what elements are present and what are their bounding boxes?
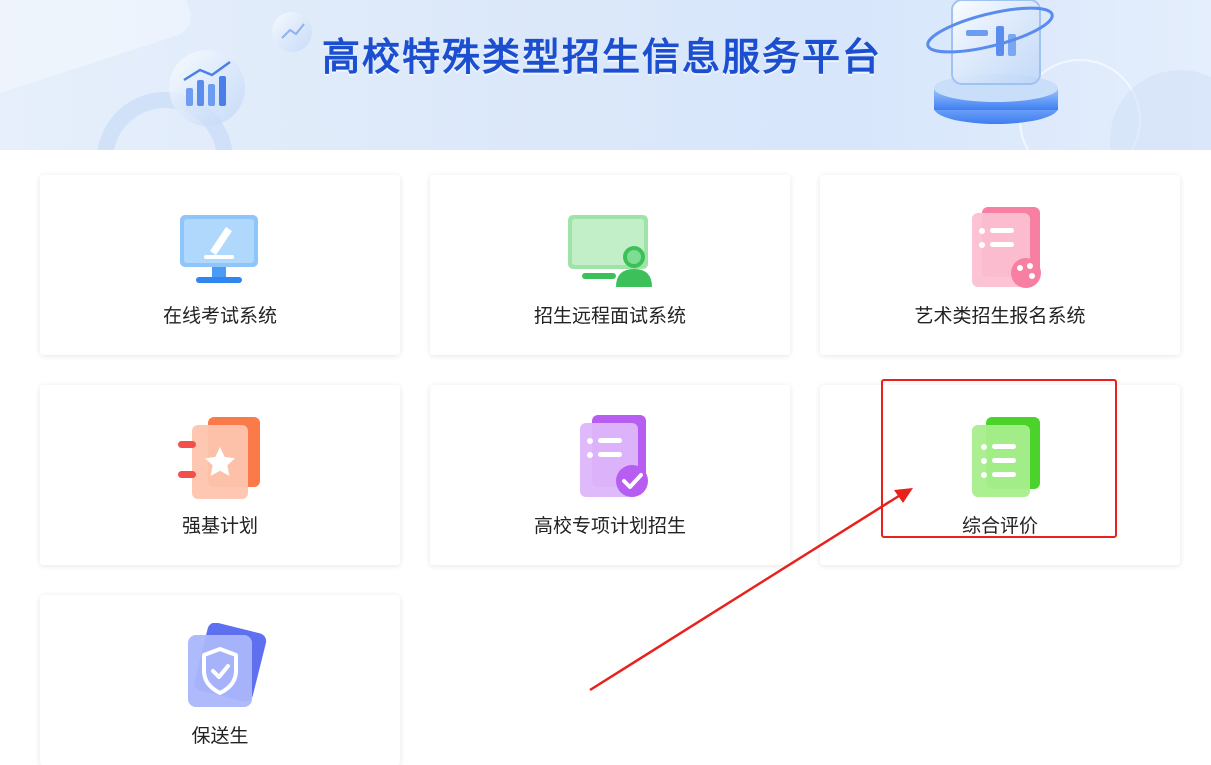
card-online-exam[interactable]: 在线考试系统 xyxy=(40,175,400,355)
card-label: 在线考试系统 xyxy=(162,305,277,327)
card-remote-interview[interactable]: 招生远程面试系统 xyxy=(430,175,790,355)
list-document-icon xyxy=(972,417,1040,497)
card-label: 高校专项计划招生 xyxy=(533,515,686,537)
card-strong-foundation[interactable]: 强基计划 xyxy=(40,385,400,565)
art-palette-document-icon xyxy=(972,207,1041,288)
star-notebook-icon xyxy=(178,417,260,499)
card-label: 保送生 xyxy=(191,725,249,747)
card-label: 综合评价 xyxy=(961,515,1038,537)
checked-document-icon xyxy=(580,415,648,497)
card-label: 招生远程面试系统 xyxy=(533,305,686,327)
card-art-registration[interactable]: 艺术类招生报名系统 xyxy=(820,175,1180,355)
card-special-plan[interactable]: 高校专项计划招生 xyxy=(430,385,790,565)
card-recommended-students[interactable]: 保送生 xyxy=(40,595,400,765)
remote-interview-screen-icon xyxy=(568,215,652,287)
header-banner: 高校特殊类型招生信息服务平台 xyxy=(0,0,1211,150)
card-label: 艺术类招生报名系统 xyxy=(914,305,1086,327)
podium-screen-icon xyxy=(926,0,1058,124)
small-chart-bubble-icon xyxy=(272,12,312,52)
page-title: 高校特殊类型招生信息服务平台 xyxy=(322,35,883,79)
chart-bubble-icon xyxy=(169,50,245,126)
online-exam-monitor-icon xyxy=(180,215,258,283)
card-label: 强基计划 xyxy=(181,515,258,537)
shield-check-icon xyxy=(188,623,267,707)
card-comprehensive-evaluation[interactable]: 综合评价 xyxy=(820,385,1180,565)
